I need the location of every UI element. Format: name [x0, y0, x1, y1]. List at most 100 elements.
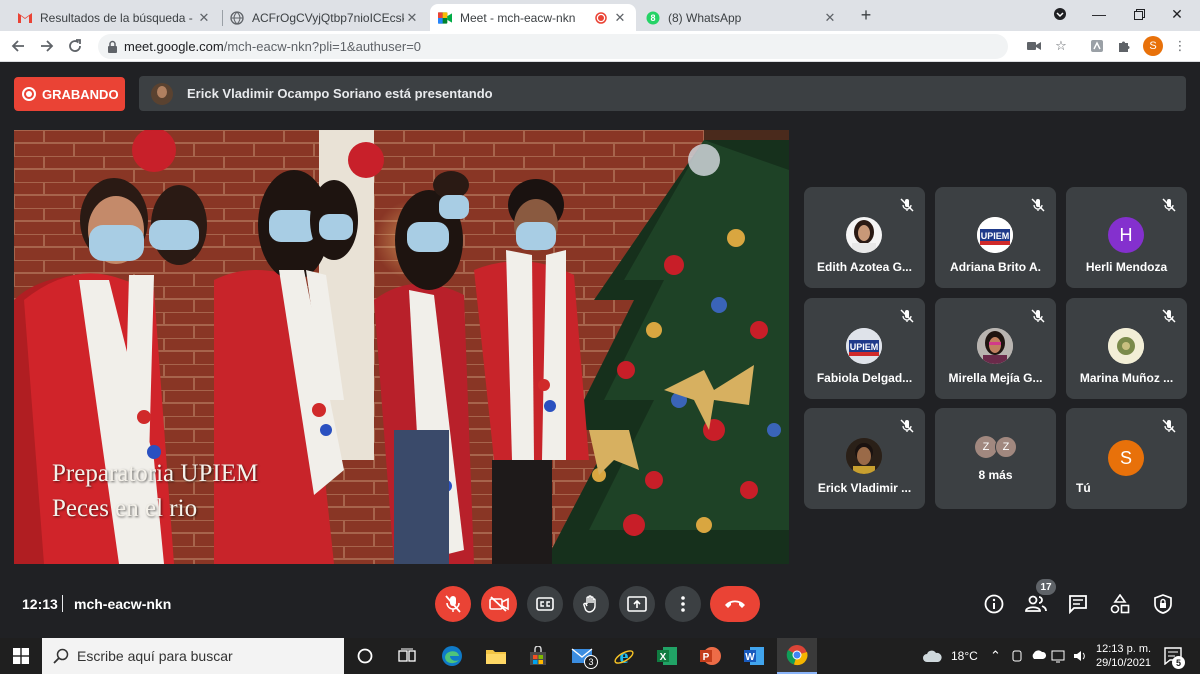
hangup-phone-icon: [725, 600, 745, 608]
edge-browser-icon[interactable]: [440, 644, 464, 668]
more-participants-tile[interactable]: Z Z 8 más: [935, 408, 1056, 509]
more-vert-icon: [681, 596, 685, 612]
url-path: /mch-eacw-nkn?pli=1&authuser=0: [223, 39, 422, 54]
mic-off-icon: [900, 198, 914, 212]
bookmark-star-icon[interactable]: ☆: [1052, 37, 1070, 55]
video-caption: Preparatoria UPIEM Peces en el rio: [52, 456, 258, 526]
cloud-icon: [923, 650, 942, 662]
participant-name: Tú: [1076, 481, 1091, 495]
raise-hand-button[interactable]: [573, 586, 609, 622]
word-icon[interactable]: W: [742, 644, 766, 668]
meeting-clock: 12:13: [22, 596, 58, 612]
whatsapp-icon: 8: [646, 11, 660, 25]
participant-name: Marina Muñoz ...: [1079, 371, 1174, 385]
tab-meet[interactable]: Meet - mch-eacw-nkn ✕: [430, 4, 636, 31]
closed-captions-icon: [536, 597, 554, 611]
svg-text:W: W: [745, 652, 755, 663]
participants-button[interactable]: [1024, 592, 1048, 616]
participant-name: Fabiola Delgad...: [816, 371, 913, 385]
recording-indicator-icon: [594, 11, 608, 25]
meet-icon: [438, 11, 452, 25]
chat-button[interactable]: [1066, 592, 1090, 616]
system-tray-icons: [1012, 644, 1092, 668]
internet-explorer-icon[interactable]: e: [612, 644, 636, 668]
self-avatar-initial: S: [1108, 440, 1144, 476]
mic-off-icon: [1162, 419, 1176, 433]
more-menu-icon[interactable]: ⋮: [1171, 37, 1189, 55]
pdf-extension-icon[interactable]: [1088, 37, 1106, 55]
mic-off-icon: [1031, 309, 1045, 323]
participant-mini-avatar: Z: [975, 436, 997, 458]
new-tab-plus-icon[interactable]: +: [854, 3, 878, 27]
address-bar[interactable]: meet.google.com/mch-eacw-nkn?pli=1&authu…: [98, 34, 1008, 59]
participant-name: Mirella Mejía G...: [948, 371, 1043, 385]
participant-tile[interactable]: Marina Muñoz ...: [1066, 298, 1187, 399]
tab-close-icon[interactable]: ✕: [822, 10, 838, 26]
participant-tile[interactable]: Erick Vladimir ...: [804, 408, 925, 509]
people-icon: [1025, 595, 1047, 612]
microsoft-store-icon[interactable]: [526, 644, 550, 668]
presenter-text: Erick Vladimir Ocampo Soriano está prese…: [187, 86, 493, 101]
svg-text:X: X: [660, 652, 667, 663]
back-arrow-icon[interactable]: [6, 34, 30, 58]
participant-tile[interactable]: Edith Azotea G...: [804, 187, 925, 288]
mic-toggle-button[interactable]: [435, 586, 471, 622]
recording-label: GRABANDO: [42, 86, 119, 102]
system-clock[interactable]: 12:13 p. m. 29/10/2021: [1096, 642, 1151, 670]
tab-close-icon[interactable]: ✕: [612, 10, 628, 26]
participant-name: Herli Mendoza: [1085, 260, 1168, 274]
activities-button[interactable]: [1108, 592, 1132, 616]
meeting-details-button[interactable]: [982, 592, 1006, 616]
participant-tile[interactable]: H Herli Mendoza: [1066, 187, 1187, 288]
profile-avatar[interactable]: S: [1143, 36, 1163, 56]
more-options-button[interactable]: [665, 586, 701, 622]
show-hidden-icons-chevron-icon[interactable]: ⌃: [990, 644, 1001, 668]
svg-text:e: e: [620, 646, 629, 667]
participant-tile[interactable]: UPIEM Adriana Brito A.: [935, 187, 1056, 288]
host-controls-button[interactable]: [1151, 592, 1175, 616]
search-icon: [53, 648, 69, 664]
tab-title: ACFrOgCVyjQtbp7nioICEcsk9IO1: [252, 10, 404, 25]
presenter-banner: Erick Vladimir Ocampo Soriano está prese…: [139, 76, 1186, 111]
system-time: 12:13 p. m.: [1096, 643, 1152, 655]
leave-call-button[interactable]: [710, 586, 760, 622]
participant-avatar-photo: [1108, 328, 1144, 364]
lock-icon: [107, 40, 118, 53]
powerpoint-icon[interactable]: P: [698, 644, 722, 668]
file-explorer-icon[interactable]: [484, 644, 508, 668]
chat-icon: [1069, 595, 1087, 614]
tab-close-icon[interactable]: ✕: [196, 10, 212, 26]
close-window-icon[interactable]: ✕: [1154, 0, 1200, 28]
extensions-puzzle-icon[interactable]: [1115, 37, 1133, 55]
cortana-circle-icon[interactable]: [353, 644, 377, 668]
activities-shapes-icon: [1110, 594, 1130, 614]
tab-whatsapp[interactable]: 8 (8) WhatsApp ✕: [638, 4, 846, 31]
caption-line-2: Peces en el rio: [52, 495, 198, 522]
notification-count-badge: 5: [1172, 656, 1185, 669]
tab-title: Resultados de la búsqueda - sub: [40, 10, 196, 25]
self-tile[interactable]: S Tú: [1066, 408, 1187, 509]
taskbar-search-box[interactable]: Escribe aquí para buscar: [42, 638, 344, 674]
camera-in-use-icon[interactable]: [1025, 37, 1043, 55]
presentation-video: Preparatoria UPIEM Peces en el rio: [14, 130, 789, 564]
windows-start-icon[interactable]: [9, 644, 33, 668]
tab-gmail[interactable]: Resultados de la búsqueda - sub ✕: [10, 4, 220, 31]
weather-widget[interactable]: 18°C: [922, 644, 978, 668]
reload-icon[interactable]: [63, 34, 87, 58]
present-screen-button[interactable]: [619, 586, 655, 622]
participant-tile[interactable]: Mirella Mejía G...: [935, 298, 1056, 399]
participant-tile[interactable]: UPIEM Fabiola Delgad...: [804, 298, 925, 399]
tab-close-icon[interactable]: ✕: [404, 10, 420, 26]
task-view-icon[interactable]: [395, 644, 419, 668]
excel-icon[interactable]: X: [655, 644, 679, 668]
hand-icon: [583, 595, 596, 613]
chrome-taskbar-active[interactable]: [777, 638, 817, 674]
camera-toggle-button[interactable]: [481, 586, 517, 622]
captions-button[interactable]: [527, 586, 563, 622]
mic-off-icon: [1162, 198, 1176, 212]
upiem-logo-avatar: UPIEM: [846, 328, 882, 364]
tab-document[interactable]: ACFrOgCVyjQtbp7nioICEcsk9IO1 ✕: [222, 4, 428, 31]
caption-line-1: Preparatoria UPIEM: [52, 460, 259, 487]
forward-arrow-icon[interactable]: [35, 34, 59, 58]
whatsapp-badge-count: 8: [650, 13, 655, 23]
